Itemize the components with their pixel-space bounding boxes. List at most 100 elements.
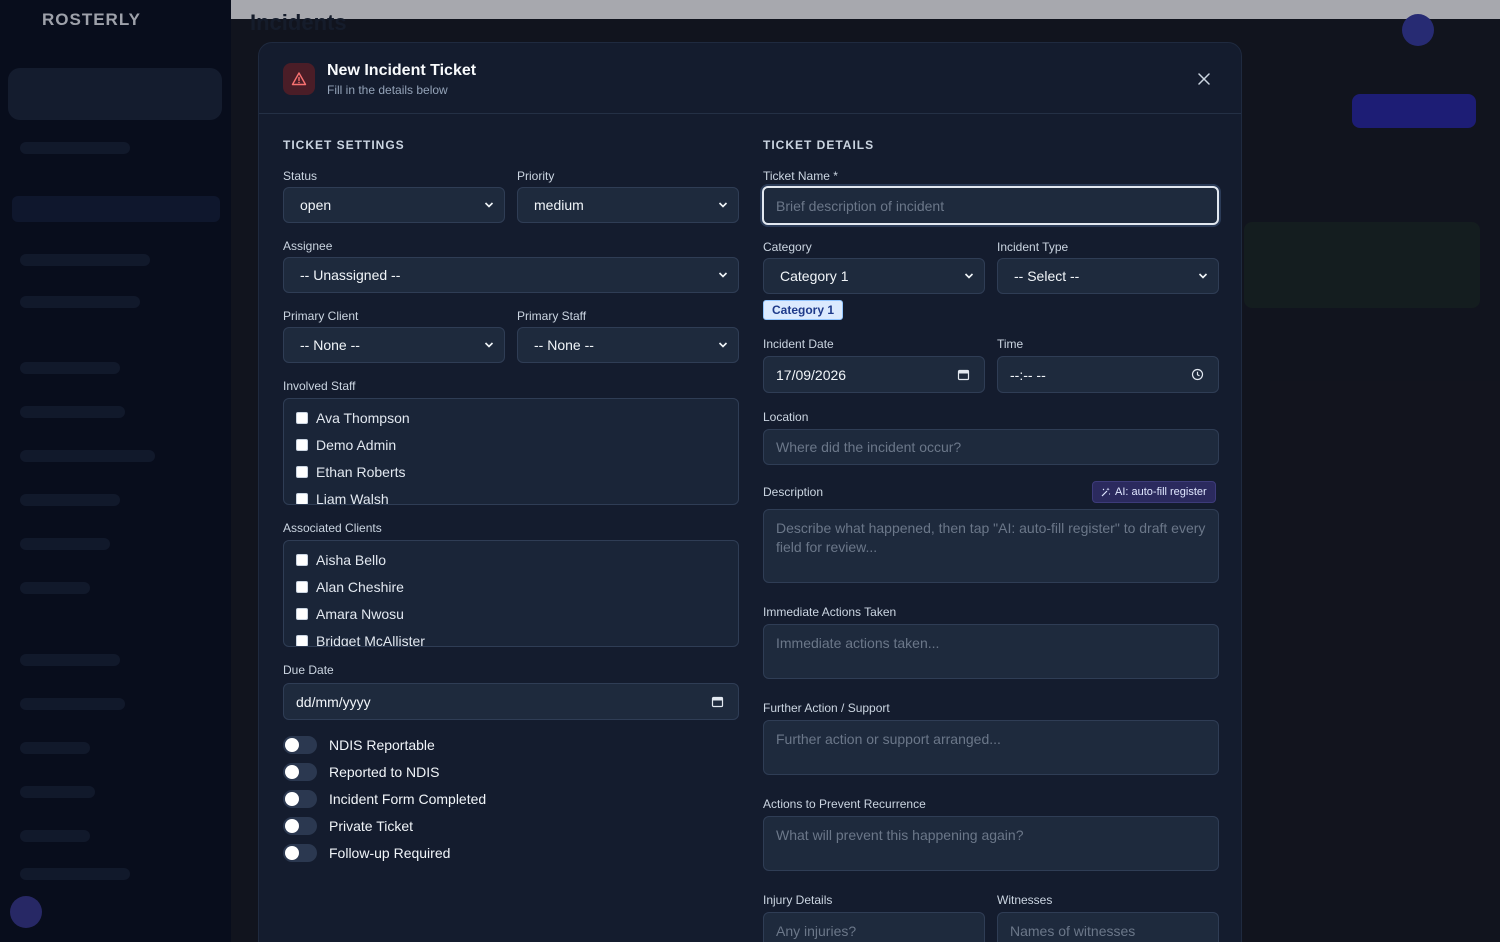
further-action-textarea[interactable]: Further action or support arranged... xyxy=(763,720,1219,775)
ai-autofill-button[interactable]: AI: auto-fill register xyxy=(1092,481,1216,503)
associated-client-option[interactable]: Aisha Bello xyxy=(296,552,386,568)
injury-details-textarea[interactable]: Any injuries? xyxy=(763,912,985,942)
calendar-icon[interactable] xyxy=(711,695,724,708)
associated-clients-list[interactable]: Aisha Bello Alan Cheshire Amara Nwosu Br… xyxy=(283,540,739,647)
witnesses-label: Witnesses xyxy=(997,893,1053,907)
associated-client-option[interactable]: Bridget McAllister xyxy=(296,633,425,647)
toggle-reported-to-ndis[interactable]: Reported to NDIS xyxy=(283,763,440,781)
toggle-incident-form-completed[interactable]: Incident Form Completed xyxy=(283,790,486,808)
primary-client-select[interactable]: -- None -- xyxy=(283,327,505,363)
ticket-details-heading: TICKET DETAILS xyxy=(763,138,875,152)
primary-staff-select[interactable]: -- None -- xyxy=(517,327,739,363)
toggle-label: NDIS Reportable xyxy=(329,737,435,753)
chevron-down-icon xyxy=(964,273,974,279)
injury-details-label: Injury Details xyxy=(763,893,833,907)
toggle-follow-up-required[interactable]: Follow-up Required xyxy=(283,844,450,862)
assignee-value: -- Unassigned -- xyxy=(300,267,401,283)
modal-subtitle: Fill in the details below xyxy=(327,83,448,97)
ticket-settings-heading: TICKET SETTINGS xyxy=(283,138,405,152)
category-badge: Category 1 xyxy=(763,300,844,320)
close-icon xyxy=(1198,73,1210,85)
further-action-placeholder: Further action or support arranged... xyxy=(776,731,1001,747)
status-select[interactable]: open xyxy=(283,187,505,223)
checkbox[interactable] xyxy=(296,554,308,566)
due-date-label: Due Date xyxy=(283,663,334,677)
close-button[interactable] xyxy=(1193,68,1215,90)
magic-wand-icon xyxy=(1101,487,1111,497)
chevron-down-icon xyxy=(718,342,728,348)
checkbox[interactable] xyxy=(296,439,308,451)
checkbox[interactable] xyxy=(296,581,308,593)
modal-header: New Incident Ticket Fill in the details … xyxy=(259,43,1241,114)
involved-staff-option[interactable]: Ethan Roberts xyxy=(296,464,406,480)
option-label: Ethan Roberts xyxy=(316,464,406,480)
chevron-down-icon xyxy=(718,272,728,278)
description-textarea[interactable]: Describe what happened, then tap "AI: au… xyxy=(763,509,1219,583)
toggle-switch[interactable] xyxy=(283,790,317,808)
witnesses-textarea[interactable]: Names of witnesses xyxy=(997,912,1219,942)
checkbox[interactable] xyxy=(296,608,308,620)
time-value: --:-- -- xyxy=(1010,366,1046,383)
toggle-private-ticket[interactable]: Private Ticket xyxy=(283,817,413,835)
involved-staff-option[interactable]: Liam Walsh xyxy=(296,491,389,504)
toggle-label: Incident Form Completed xyxy=(329,791,487,807)
priority-select[interactable]: medium xyxy=(517,187,739,223)
checkbox[interactable] xyxy=(296,466,308,478)
location-label: Location xyxy=(763,410,809,424)
primary-client-value: -- None -- xyxy=(300,337,360,353)
toggle-knob xyxy=(285,738,299,752)
warning-triangle-icon xyxy=(283,63,315,95)
associated-client-option[interactable]: Alan Cheshire xyxy=(296,579,404,595)
injury-details-placeholder: Any injuries? xyxy=(776,923,857,939)
toggle-knob xyxy=(285,846,299,860)
category-select[interactable]: Category 1 xyxy=(763,258,985,294)
ticket-name-label: Ticket Name * xyxy=(763,169,838,183)
toggle-label: Private Ticket xyxy=(329,818,414,834)
toggle-label: Reported to NDIS xyxy=(329,764,440,780)
calendar-icon[interactable] xyxy=(957,368,970,381)
immediate-actions-textarea[interactable]: Immediate actions taken... xyxy=(763,624,1219,679)
new-incident-modal: New Incident Ticket Fill in the details … xyxy=(258,42,1242,942)
option-label: Demo Admin xyxy=(316,437,397,453)
time-label: Time xyxy=(997,337,1024,351)
toggle-switch[interactable] xyxy=(283,817,317,835)
incident-date-label: Incident Date xyxy=(763,337,834,351)
assignee-label: Assignee xyxy=(283,239,333,253)
incident-type-value: -- Select -- xyxy=(1014,268,1080,284)
toggle-switch[interactable] xyxy=(283,763,317,781)
incident-date-input[interactable]: 17/09/2026 xyxy=(763,356,985,393)
immediate-actions-label: Immediate Actions Taken xyxy=(763,605,897,619)
ticket-name-input[interactable]: Brief description of incident xyxy=(762,186,1219,225)
category-value: Category 1 xyxy=(780,268,849,284)
status-value: open xyxy=(300,197,332,213)
category-label: Category xyxy=(763,240,812,254)
due-date-input[interactable]: dd/mm/yyyy xyxy=(283,683,739,720)
prevent-recurrence-textarea[interactable]: What will prevent this happening again? xyxy=(763,816,1219,871)
chevron-down-icon xyxy=(484,202,494,208)
associated-client-option[interactable]: Amara Nwosu xyxy=(296,606,404,622)
involved-staff-list[interactable]: Ava Thompson Demo Admin Ethan Roberts Li… xyxy=(283,398,739,505)
incident-type-select[interactable]: -- Select -- xyxy=(997,258,1219,294)
clock-icon[interactable] xyxy=(1191,368,1204,381)
toggle-switch[interactable] xyxy=(283,736,317,754)
involved-staff-option[interactable]: Demo Admin xyxy=(296,437,396,453)
checkbox[interactable] xyxy=(296,493,308,504)
involved-staff-label: Involved Staff xyxy=(283,379,356,393)
option-label: Alan Cheshire xyxy=(316,579,404,595)
involved-staff-option[interactable]: Ava Thompson xyxy=(296,410,410,426)
checkbox[interactable] xyxy=(296,412,308,424)
time-input[interactable]: --:-- -- xyxy=(997,356,1219,393)
primary-staff-label: Primary Staff xyxy=(517,309,587,323)
due-date-placeholder: dd/mm/yyyy xyxy=(296,693,371,710)
prevent-recurrence-placeholder: What will prevent this happening again? xyxy=(776,827,1024,843)
checkbox[interactable] xyxy=(296,635,308,646)
option-label: Bridget McAllister xyxy=(316,633,425,647)
ticket-name-placeholder: Brief description of incident xyxy=(776,197,945,214)
ai-autofill-label: AI: auto-fill register xyxy=(1115,486,1207,498)
assignee-select[interactable]: -- Unassigned -- xyxy=(283,257,739,293)
modal-title: New Incident Ticket xyxy=(327,62,477,79)
location-input[interactable]: Where did the incident occur? xyxy=(763,429,1219,465)
toggle-switch[interactable] xyxy=(283,844,317,862)
toggle-ndis-reportable[interactable]: NDIS Reportable xyxy=(283,736,435,754)
location-placeholder: Where did the incident occur? xyxy=(776,439,962,455)
